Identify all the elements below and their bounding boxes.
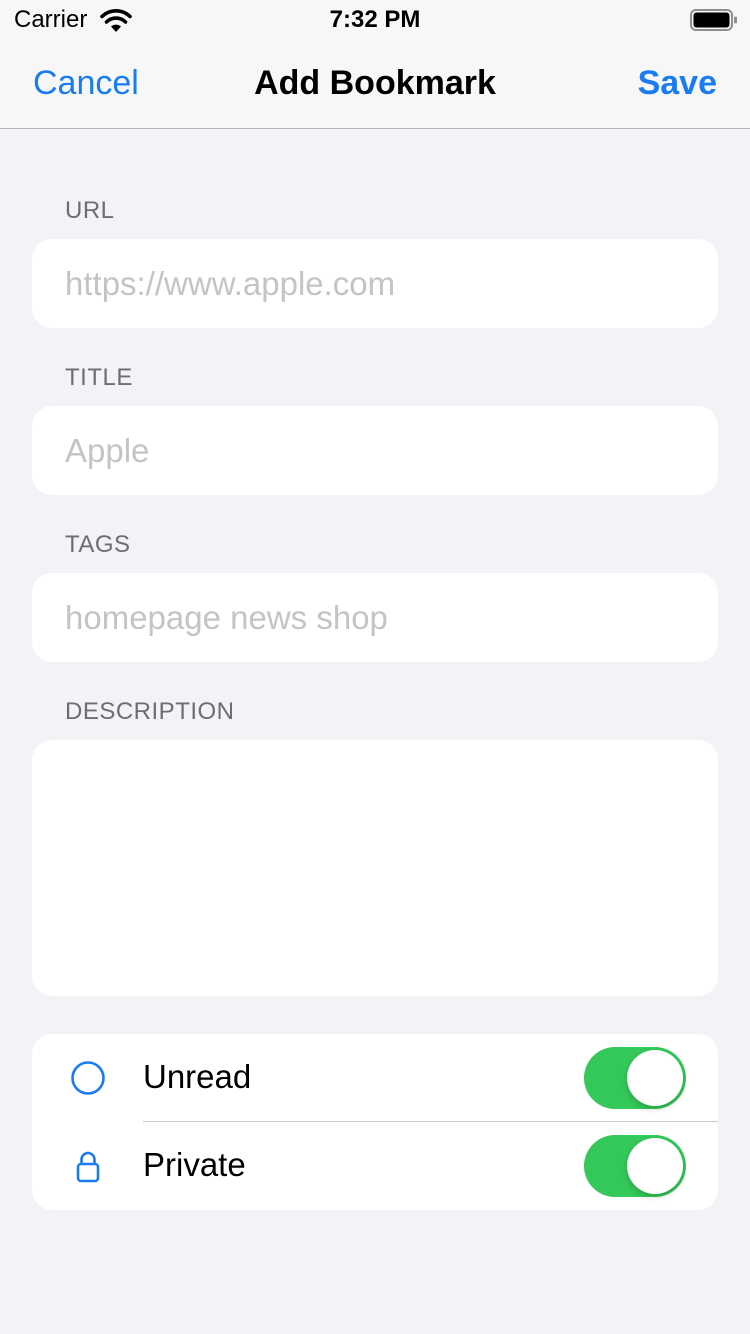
tags-field-container — [32, 573, 718, 662]
tags-section-label: TAGS — [65, 531, 131, 558]
status-bar: Carrier 7:32 PM — [0, 0, 750, 40]
status-time: 7:32 PM — [329, 6, 421, 33]
private-toggle-knob — [627, 1138, 683, 1194]
lock-icon — [76, 1151, 100, 1183]
description-textarea[interactable] — [32, 740, 718, 996]
description-field-container — [32, 740, 718, 996]
url-section-label: URL — [65, 197, 115, 224]
toggle-group: Unread Private — [32, 1034, 718, 1210]
private-toggle[interactable] — [584, 1135, 686, 1197]
title-section-label: TITLE — [65, 364, 133, 391]
unread-row: Unread — [32, 1034, 718, 1122]
navigation-bar: Cancel Add Bookmark Save — [0, 40, 750, 129]
private-row: Private — [32, 1122, 718, 1210]
description-section-label: DESCRIPTION — [65, 698, 235, 725]
title-field-container — [32, 406, 718, 495]
url-field-container — [32, 239, 718, 328]
private-label: Private — [143, 1146, 246, 1183]
unread-label: Unread — [143, 1058, 252, 1095]
tags-input[interactable] — [32, 573, 718, 662]
unread-toggle-knob — [627, 1050, 683, 1106]
unread-toggle[interactable] — [584, 1047, 686, 1109]
battery-icon — [690, 9, 737, 31]
save-button[interactable]: Save — [638, 64, 717, 103]
circle-icon — [71, 1061, 105, 1095]
title-input[interactable] — [32, 406, 718, 495]
url-input[interactable] — [32, 239, 718, 328]
